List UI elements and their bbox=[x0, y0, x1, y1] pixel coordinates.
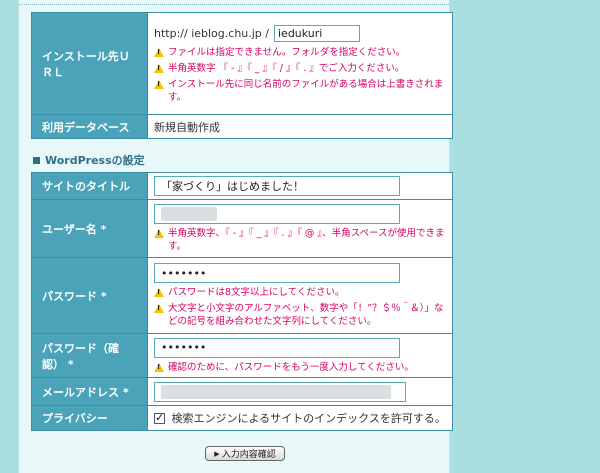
wp-section-heading: WordPressの設定 bbox=[33, 152, 145, 168]
required-mark: * bbox=[67, 357, 74, 371]
database-row: 利用データベース 新規自動作成 bbox=[31, 114, 453, 139]
password-row: パスワード * パスワードは8文字以上にしてください。 大文字と小文字のアルファ… bbox=[31, 257, 453, 334]
site-title-input[interactable] bbox=[154, 176, 400, 196]
username-label: ユーザー名 * bbox=[31, 199, 148, 258]
email-row: メールアドレス * bbox=[31, 377, 453, 406]
form-panel: インストール先ＵＲＬ http:// ieblog.chu.jp / ファイルは… bbox=[18, 0, 453, 473]
warning-icon bbox=[154, 304, 164, 313]
password-label: パスワード * bbox=[31, 257, 148, 334]
password-confirm-row: パスワード（確認） * 確認のために、パスワードをもう一度入力してください。 bbox=[31, 333, 453, 378]
warning-item: ファイルは指定できません。フォルダを指定ください。 bbox=[154, 46, 446, 59]
install-url-cell: http:// ieblog.chu.jp / ファイルは指定できません。フォル… bbox=[147, 12, 453, 115]
warning-icon bbox=[154, 362, 164, 372]
warning-item: 半角英数字、『 - 』『 _ 』『 . 』『 @ 』、半角スペースが使用できます… bbox=[154, 227, 446, 253]
warning-icon bbox=[154, 288, 164, 297]
required-mark: * bbox=[100, 289, 107, 303]
privacy-checkbox[interactable] bbox=[154, 411, 165, 424]
email-label: メールアドレス * bbox=[31, 377, 148, 406]
privacy-checkbox-label: 検索エンジンによるサイトのインデックスを許可する。 bbox=[171, 412, 446, 425]
warning-item: 確認のために、パスワードをもう一度入力してください。 bbox=[154, 361, 446, 374]
redacted-value bbox=[161, 207, 217, 221]
site-title-row: サイトのタイトル bbox=[31, 172, 453, 200]
required-mark: * bbox=[122, 385, 129, 399]
square-bullet-icon bbox=[33, 156, 40, 164]
warning-item: インストール先に同じ名前のファイルがある場合は上書きされます。 bbox=[154, 78, 446, 104]
username-input[interactable] bbox=[154, 204, 400, 224]
password-input[interactable] bbox=[154, 263, 400, 283]
password-confirm-label: パスワード（確認） * bbox=[31, 333, 148, 378]
required-mark: * bbox=[100, 222, 107, 236]
install-dir-input[interactable] bbox=[274, 24, 360, 42]
privacy-label: プライバシー bbox=[31, 405, 148, 431]
warning-item: パスワードは8文字以上にしてください。 bbox=[154, 286, 446, 299]
database-value: 新規自動作成 bbox=[147, 114, 453, 139]
url-prefix: http:// ieblog.chu.jp / bbox=[154, 26, 269, 40]
warning-item: 半角英数字 『 - 』『 _ 』『 / 』『 . 』でご入力ください。 bbox=[154, 62, 446, 75]
dotted-divider bbox=[19, 4, 449, 5]
database-label: 利用データベース bbox=[31, 114, 148, 139]
warning-icon bbox=[154, 64, 164, 73]
warning-icon bbox=[154, 80, 164, 89]
warning-icon bbox=[154, 229, 164, 238]
install-url-row: インストール先ＵＲＬ http:// ieblog.chu.jp / ファイルは… bbox=[31, 12, 453, 115]
password-confirm-input[interactable] bbox=[154, 337, 400, 358]
install-table: インストール先ＵＲＬ http:// ieblog.chu.jp / ファイルは… bbox=[31, 12, 453, 139]
url-row: http:// ieblog.chu.jp / bbox=[154, 23, 446, 43]
warning-item: 大文字と小文字のアルファベット、数字や「！”？＄％＾＆）」などの記号を組み合わせ… bbox=[154, 302, 446, 328]
redacted-value bbox=[161, 384, 391, 399]
warning-icon bbox=[154, 48, 164, 57]
privacy-row: プライバシー 検索エンジンによるサイトのインデックスを許可する。 bbox=[31, 405, 453, 431]
arrow-right-icon: ▶ bbox=[214, 449, 220, 458]
username-row: ユーザー名 * 半角英数字、『 - 』『 _ 』『 . 』『 @ 』、半角スペー… bbox=[31, 199, 453, 258]
site-title-label: サイトのタイトル bbox=[31, 172, 148, 200]
install-url-label: インストール先ＵＲＬ bbox=[31, 12, 148, 115]
confirm-input-button[interactable]: ▶ 入力内容確認 bbox=[205, 446, 285, 461]
email-input[interactable] bbox=[154, 381, 406, 402]
wp-settings-table: サイトのタイトル ユーザー名 * 半角英数字、『 - 』『 _ 』『 . 』『 … bbox=[31, 172, 453, 431]
